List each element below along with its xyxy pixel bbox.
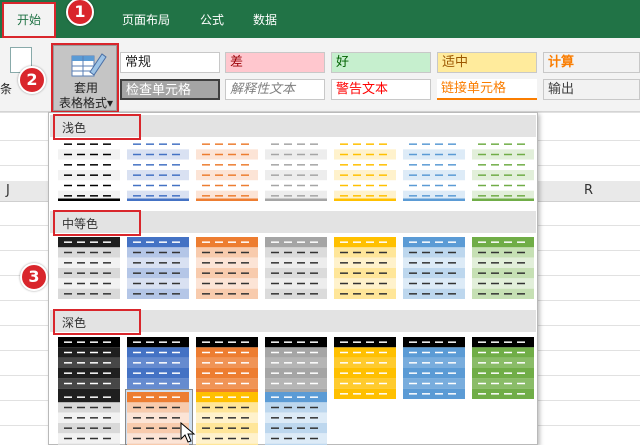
table-style-dark2-lightblue[interactable] (265, 392, 327, 445)
table-style-dark-gold[interactable] (334, 337, 396, 399)
table-style-dropdown: 浅色 中等色 深色 (48, 112, 538, 445)
highlight-medium-section (53, 210, 141, 236)
table-style-medium-lightblue[interactable] (403, 237, 465, 299)
table-style-medium-orange[interactable] (196, 237, 258, 299)
table-style-light-blue[interactable] (127, 139, 189, 201)
table-style-light-green[interactable] (472, 139, 534, 201)
style-bad[interactable]: 差 (225, 52, 325, 73)
highlight-dark-section (53, 309, 141, 335)
style-explanatory[interactable]: 解释性文本 (225, 79, 325, 100)
tab-data[interactable]: 数据 (253, 0, 277, 38)
table-style-medium-gray[interactable] (265, 237, 327, 299)
step-marker-2: 2 (18, 66, 46, 94)
highlight-light-section (53, 114, 141, 140)
style-normal[interactable]: 常规 (120, 52, 220, 73)
conditional-format-label: 条 (0, 82, 13, 96)
step-marker-3: 3 (20, 263, 48, 291)
table-style-light-orange[interactable] (196, 139, 258, 201)
table-style-dark-gray[interactable] (265, 337, 327, 399)
style-good[interactable]: 好 (331, 52, 431, 73)
table-style-light-lightblue[interactable] (403, 139, 465, 201)
table-style-dark-black[interactable] (58, 337, 120, 399)
ribbon-tab-strip (0, 0, 640, 38)
table-style-light-gold[interactable] (334, 139, 396, 201)
style-linked-cell[interactable]: 链接单元格 (437, 79, 537, 100)
table-style-medium-gold[interactable] (334, 237, 396, 299)
table-style-dark-green[interactable] (472, 337, 534, 399)
tab-formulas[interactable]: 公式 (200, 0, 224, 38)
table-style-medium-blue[interactable] (127, 237, 189, 299)
column-header-r[interactable]: R (584, 183, 593, 198)
highlight-format-as-table (51, 43, 119, 113)
style-neutral[interactable]: 适中 (437, 52, 537, 73)
style-calculation[interactable]: 计算 (543, 52, 640, 73)
table-style-dark-lightblue[interactable] (403, 337, 465, 399)
table-style-medium-green[interactable] (472, 237, 534, 299)
style-check-cell[interactable]: 检查单元格 (120, 79, 220, 100)
tab-page-layout[interactable]: 页面布局 (122, 0, 170, 38)
style-output[interactable]: 输出 (543, 79, 640, 100)
highlight-home-tab (2, 2, 56, 38)
column-header-j[interactable]: J (6, 183, 10, 198)
table-style-dark-orange[interactable] (196, 337, 258, 399)
mouse-cursor-icon (180, 422, 196, 443)
table-style-medium-black[interactable] (58, 237, 120, 299)
table-style-dark2-black[interactable] (58, 392, 120, 445)
table-style-light-gray[interactable] (265, 139, 327, 201)
table-style-dark2-gold[interactable] (196, 392, 258, 445)
table-style-light-black[interactable] (58, 139, 120, 201)
style-warning[interactable]: 警告文本 (331, 79, 431, 100)
